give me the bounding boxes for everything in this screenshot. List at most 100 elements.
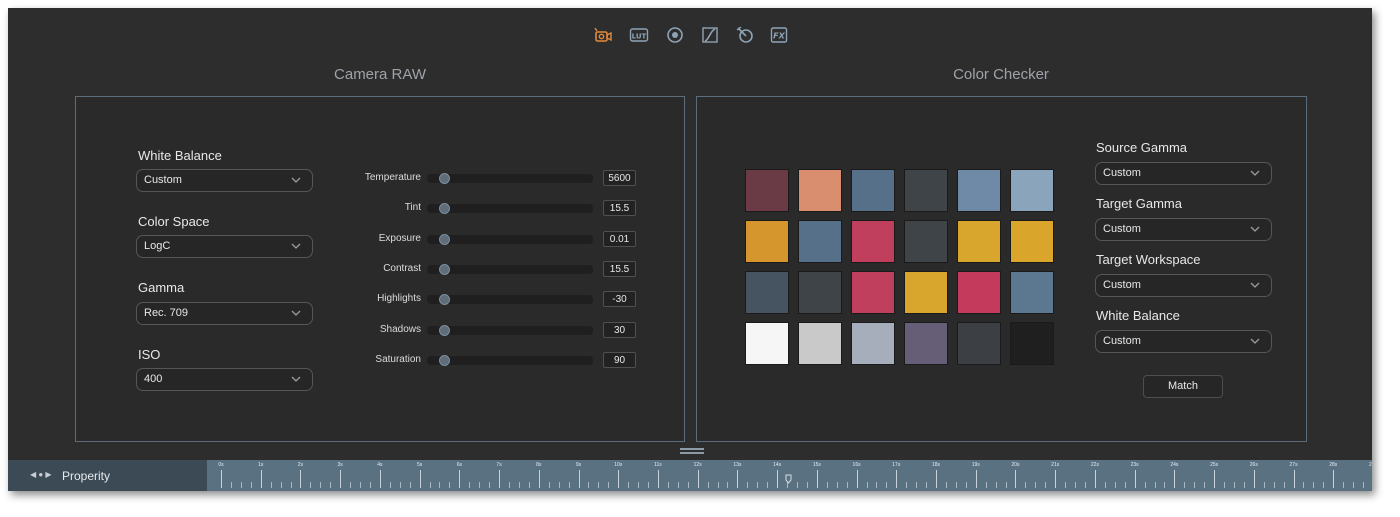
iso-select[interactable]: 400 [136,368,313,391]
slider-thumb[interactable] [438,263,450,275]
slider-value-contrast[interactable]: 15.5 [603,260,636,277]
color-swatch[interactable] [904,271,948,314]
color-swatch[interactable] [957,322,1001,365]
color-swatch[interactable] [1010,271,1054,314]
timeline-minor-tick [906,482,908,488]
color-space-value: LogC [144,240,171,252]
timeline-tick [1174,470,1176,488]
gamma-select[interactable]: Rec. 709 [136,302,313,325]
color-swatch[interactable] [798,220,842,263]
timeline-minor-tick [965,482,967,488]
slider-thumb[interactable] [438,173,450,184]
color-swatch[interactable] [904,322,948,365]
color-swatch[interactable] [904,220,948,263]
color-swatch[interactable] [957,169,1001,212]
slider-thumb[interactable] [438,203,450,215]
curves-icon[interactable] [699,24,721,46]
source-gamma-select[interactable]: Custom [1095,162,1272,185]
checker-white-balance-select[interactable]: Custom [1095,330,1272,353]
color-swatch[interactable] [745,271,789,314]
slider-label-contrast: Contrast [383,262,421,274]
module-toolbar: LUT FX [8,24,1372,52]
color-wheel-icon[interactable] [664,24,686,46]
slider-thumb[interactable] [438,233,450,245]
playhead-icon[interactable] [785,474,792,484]
timeline-tick [777,470,779,488]
slider-thumb[interactable] [438,354,450,366]
slider-highlights[interactable] [427,294,593,306]
slider-thumb[interactable] [438,324,450,336]
timeline-tick-label: 19s [971,462,980,468]
color-swatch[interactable] [798,322,842,365]
timeline-tick [221,470,222,488]
timeline-minor-tick [727,482,729,488]
slider-exposure[interactable] [427,233,593,245]
fx-icon[interactable]: FX [768,24,790,46]
slider-value-tint[interactable]: 15.5 [603,200,636,217]
timeline-tick [1293,470,1295,488]
slider-value-highlights[interactable]: -30 [603,291,636,308]
timeline-tick-label: 0s [218,462,224,468]
white-balance-select[interactable]: Custom [136,169,313,192]
timeline-tick [459,470,461,488]
timeline-tick [657,470,659,488]
slider-value-saturation[interactable]: 90 [603,351,636,368]
color-swatch[interactable] [851,169,895,212]
color-swatch[interactable] [904,169,948,212]
lut-icon[interactable]: LUT [628,24,650,46]
color-swatch[interactable] [1010,169,1054,212]
target-workspace-select[interactable]: Custom [1095,274,1272,297]
color-swatch[interactable] [745,169,789,212]
color-swatch[interactable] [851,322,895,365]
timeline-minor-tick [350,482,352,488]
timeline-minor-tick [518,482,520,488]
color-swatch[interactable] [745,220,789,263]
camera-raw-icon[interactable] [592,24,614,46]
panel-resize-handle[interactable] [680,448,704,456]
color-swatch[interactable] [798,271,842,314]
timeline-minor-tick [429,482,431,488]
timeline-minor-tick [528,482,530,488]
timeline-minor-tick [1263,482,1265,488]
slider-value-exposure[interactable]: 0.01 [603,230,636,247]
color-swatch[interactable] [745,322,789,365]
timeline-minor-tick [568,482,570,488]
color-swatch[interactable] [1010,322,1054,365]
chevron-down-icon [291,376,301,382]
slider-contrast[interactable] [427,263,593,275]
color-swatch[interactable] [851,271,895,314]
timeline-tick-label: 5s [416,462,423,468]
color-swatch[interactable] [957,220,1001,263]
timeline-minor-tick [1343,482,1345,488]
color-swatch[interactable] [798,169,842,212]
timeline-minor-tick [1124,482,1126,488]
target-workspace-label: Target Workspace [1096,252,1201,267]
timeline-minor-tick [558,482,560,488]
slider-thumb[interactable] [438,294,450,306]
timeline-nav-arrows[interactable]: ◀ ● ▶ [30,470,52,479]
timeline-ruler[interactable]: 0s 1s 2s 3s 4s 5s 6s 7s 8s 9s 10s 11s 12s 13s 14s 15s 16… [207,460,1372,491]
timeline-tick-label: 25s [1210,462,1219,468]
timeline-minor-tick [1144,482,1146,488]
color-swatch[interactable] [1010,220,1054,263]
slider-value-temperature[interactable]: 5600 [603,170,636,186]
target-gamma-select[interactable]: Custom [1095,218,1272,241]
color-swatch[interactable] [851,220,895,263]
slider-tint[interactable] [427,203,593,215]
slider-temperature[interactable] [427,173,593,184]
slider-value-shadows[interactable]: 30 [603,321,636,338]
color-space-select[interactable]: LogC [136,235,313,258]
color-checker-icon[interactable] [734,24,756,46]
timeline-tick-label: 22s [1090,462,1099,468]
timeline-tick [975,470,977,488]
fx-icon-text: FX [773,32,785,41]
slider-saturation[interactable] [427,354,593,366]
timeline-tick-label: 11s [654,462,662,468]
camera-raw-panel: White Balance Custom Color Space LogC Ga… [75,96,685,442]
match-button[interactable]: Match [1143,375,1223,398]
timeline-tick [618,470,620,488]
timeline-minor-tick [360,482,362,488]
slider-shadows[interactable] [427,324,593,336]
timeline-minor-tick [598,482,600,488]
color-swatch[interactable] [957,271,1001,314]
